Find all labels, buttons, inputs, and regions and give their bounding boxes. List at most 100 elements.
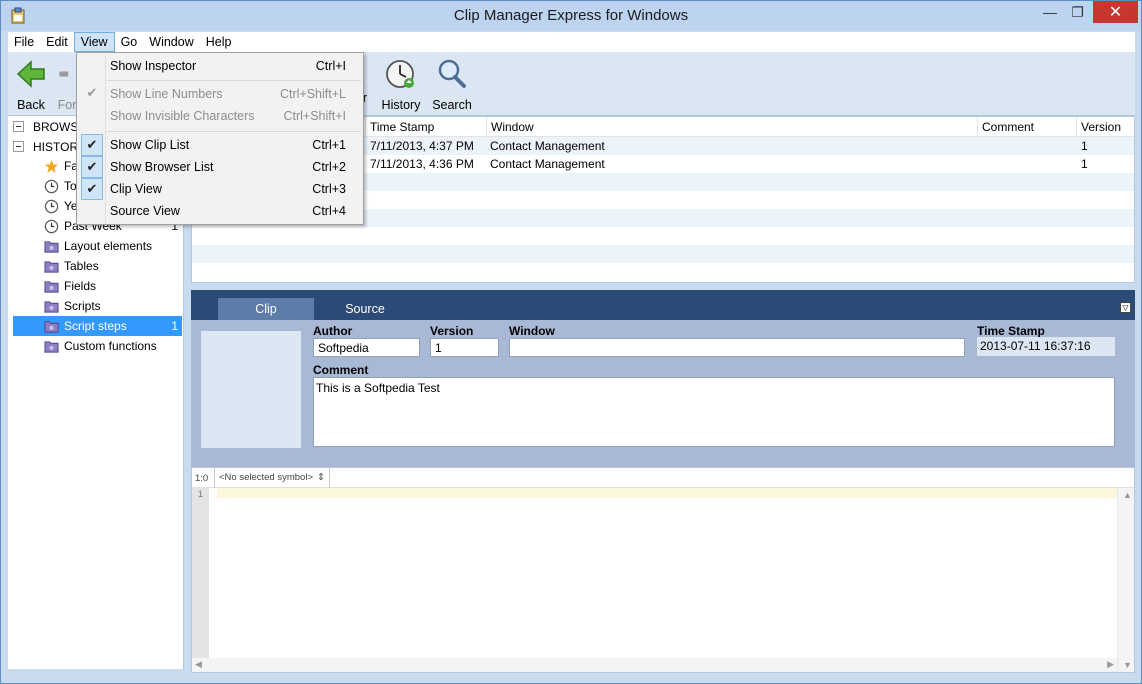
horizontal-scrollbar[interactable]: ◀ ▶ — [192, 658, 1117, 672]
folder-icon — [44, 340, 59, 353]
star-icon — [44, 159, 59, 173]
forward-button[interactable]: For — [56, 58, 78, 112]
menu-item-show-clip-list[interactable]: ✔ Show Clip List Ctrl+1 — [79, 134, 361, 156]
clock-icon — [44, 179, 59, 193]
menu-edit[interactable]: Edit — [40, 32, 74, 52]
author-field[interactable]: Softpedia — [313, 338, 420, 357]
tree-item-layout-elements[interactable]: Layout elements — [44, 236, 182, 256]
timestamp-label: Time Stamp — [977, 324, 1045, 338]
menu-bar: File Edit View Go Window Help — [8, 32, 1135, 52]
history-clock-icon — [386, 60, 414, 88]
updown-arrows-icon: ⇕ — [317, 472, 325, 483]
menu-view[interactable]: View — [73, 32, 115, 52]
history-label: History — [381, 98, 421, 112]
cell-timestamp: 7/11/2013, 4:36 PM — [370, 157, 474, 171]
checkmark-icon: ✔ — [81, 178, 103, 200]
editor-status-bar: 1:0 <No selected symbol> ⇕ — [192, 468, 1134, 488]
view-menu-dropdown: Show Inspector Ctrl+I ✔ Show Line Number… — [76, 52, 364, 225]
cell-window: Contact Management — [490, 139, 605, 153]
checkmark-icon: ✔ — [81, 134, 103, 156]
tree-item-tables[interactable]: Tables — [44, 256, 182, 276]
version-label: Version — [430, 324, 474, 338]
folder-icon — [44, 300, 59, 313]
vertical-scrollbar[interactable]: ▲ ▼ — [1117, 488, 1134, 672]
cursor-position: 1:0 — [195, 473, 209, 484]
maximize-button[interactable]: ❐ — [1064, 1, 1091, 23]
back-button[interactable]: Back — [14, 58, 48, 112]
search-button[interactable]: Search — [431, 58, 473, 112]
search-icon — [438, 59, 466, 88]
column-header-window[interactable]: Window — [486, 117, 977, 137]
source-editor[interactable]: 1:0 <No selected symbol> ⇕ 1 ▲ ▼ ◀ ▶ — [191, 467, 1135, 673]
menu-item-clip-view[interactable]: ✔ Clip View Ctrl+3 — [79, 178, 361, 200]
collapse-toggle-icon[interactable] — [13, 141, 24, 152]
checkmark-icon: ✔ — [86, 85, 98, 100]
menu-go[interactable]: Go — [115, 32, 144, 52]
comment-field[interactable]: This is a Softpedia Test — [313, 377, 1115, 447]
folder-icon — [44, 320, 59, 333]
scroll-left-icon[interactable]: ◀ — [195, 659, 202, 670]
line-number-gutter — [192, 488, 209, 672]
window-field[interactable] — [509, 338, 965, 357]
title-bar: Clip Manager Express for Windows — ❐ ✕ — [1, 1, 1141, 31]
tree-section-browse[interactable]: BROWS — [13, 118, 78, 135]
version-field[interactable]: 1 — [430, 338, 499, 357]
tree-item-fields[interactable]: Fields — [44, 276, 182, 296]
menu-file[interactable]: File — [8, 32, 40, 52]
author-label: Author — [313, 324, 353, 338]
clock-icon — [44, 219, 59, 233]
tree-item-custom-functions[interactable]: Custom functions — [44, 336, 182, 356]
menu-item-show-inspector[interactable]: Show Inspector Ctrl+I — [79, 55, 361, 77]
clip-thumbnail — [201, 331, 301, 448]
detail-tab-bar: Clip Source ▽ — [191, 290, 1135, 320]
folder-icon — [44, 260, 59, 273]
line-number: 1 — [198, 489, 204, 499]
forward-icon — [59, 71, 69, 77]
menu-item-show-invisible-characters[interactable]: Show Invisible Characters Ctrl+Shift+I — [79, 105, 361, 127]
menu-separator — [107, 131, 361, 132]
app-window: Clip Manager Express for Windows — ❐ ✕ F… — [0, 0, 1142, 684]
folder-icon — [44, 280, 59, 293]
history-button[interactable]: History — [380, 58, 422, 112]
column-header-timestamp[interactable]: Time Stamp — [365, 117, 486, 137]
menu-help[interactable]: Help — [200, 32, 238, 52]
folder-icon — [44, 240, 59, 253]
tab-clip[interactable]: Clip — [218, 298, 314, 320]
empty-row — [192, 245, 1134, 263]
column-header-comment[interactable]: Comment — [977, 117, 1076, 137]
tree-item-scripts[interactable]: Scripts — [44, 296, 182, 316]
back-arrow-icon — [16, 60, 45, 88]
symbol-selector[interactable]: <No selected symbol> ⇕ — [214, 468, 330, 488]
back-label: Back — [17, 98, 45, 112]
comment-label: Comment — [313, 363, 369, 377]
scroll-down-icon[interactable]: ▼ — [1123, 660, 1132, 670]
collapse-toggle-icon[interactable] — [13, 121, 24, 132]
clip-inspector: Author Softpedia Version 1 Window Time S… — [191, 320, 1135, 467]
timestamp-value: 2013-07-11 16:37:16 — [977, 337, 1115, 356]
menu-item-show-browser-list[interactable]: ✔ Show Browser List Ctrl+2 — [79, 156, 361, 178]
item-count: 1 — [171, 319, 178, 333]
cell-version: 1 — [1081, 157, 1088, 171]
window-title: Clip Manager Express for Windows — [453, 7, 689, 24]
cell-window: Contact Management — [490, 157, 605, 171]
cell-version: 1 — [1081, 139, 1088, 153]
tab-source[interactable]: Source — [318, 298, 412, 320]
search-label: Search — [432, 98, 472, 112]
clock-icon — [44, 199, 59, 213]
menu-window[interactable]: Window — [143, 32, 199, 52]
checkmark-icon: ✔ — [81, 156, 103, 178]
minimize-button[interactable]: — — [1036, 1, 1064, 23]
column-header-version[interactable]: Version — [1076, 117, 1134, 137]
scroll-up-icon[interactable]: ▲ — [1123, 490, 1132, 500]
cell-timestamp: 7/11/2013, 4:37 PM — [370, 139, 474, 153]
scroll-right-icon[interactable]: ▶ — [1107, 659, 1114, 670]
tree-item-script-steps[interactable]: Script steps 1 — [13, 316, 182, 336]
forward-label: For — [57, 98, 77, 112]
collapse-panel-icon[interactable]: ▽ — [1120, 302, 1131, 313]
close-button[interactable]: ✕ — [1093, 1, 1138, 23]
menu-item-source-view[interactable]: Source View Ctrl+4 — [79, 200, 361, 222]
tree-section-history[interactable]: HISTORY — [13, 138, 86, 155]
menu-item-show-line-numbers[interactable]: ✔ Show Line Numbers Ctrl+Shift+L — [79, 83, 361, 105]
cell-comment — [977, 137, 981, 155]
current-line-highlight — [217, 488, 1117, 498]
